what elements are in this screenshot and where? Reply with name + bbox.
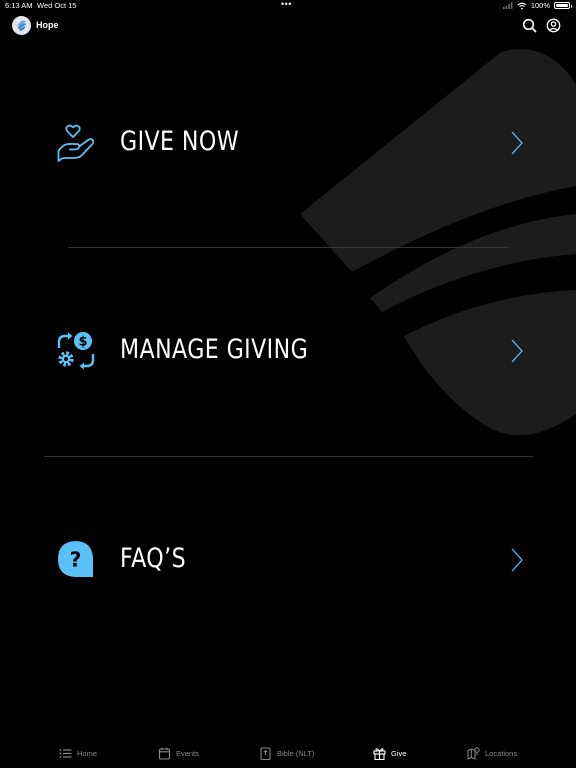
tab-home[interactable]: Home bbox=[59, 738, 97, 768]
tab-bar: Home Events Bible (NLT) Give Locations bbox=[0, 738, 576, 768]
profile-icon[interactable] bbox=[545, 17, 562, 34]
calendar-icon bbox=[158, 747, 171, 760]
bible-icon bbox=[260, 746, 271, 760]
settings-dollar-icon: $ bbox=[57, 332, 95, 370]
battery-icon bbox=[554, 2, 572, 9]
status-time: 6:13 AM bbox=[5, 1, 33, 10]
app-name: Hope bbox=[36, 20, 59, 30]
app-header: Hope bbox=[0, 14, 576, 38]
battery-percent: 100% bbox=[530, 1, 550, 10]
question-bubble-icon: ? bbox=[58, 541, 93, 577]
faq-row[interactable]: ? FAQ’S bbox=[44, 521, 533, 601]
search-icon[interactable] bbox=[521, 17, 538, 34]
hope-logo-icon bbox=[17, 20, 26, 31]
status-indicators: 100% bbox=[502, 1, 572, 10]
give-now-row[interactable]: GIVE NOW bbox=[44, 104, 533, 184]
tab-bible[interactable]: Bible (NLT) bbox=[259, 738, 314, 768]
list-icon bbox=[59, 748, 72, 758]
tab-give[interactable]: Give bbox=[373, 738, 406, 768]
signal-icon bbox=[502, 2, 513, 9]
faq-label: FAQ’S bbox=[120, 543, 187, 574]
status-bar: 6:13 AM Wed Oct 15 ••• 100% bbox=[0, 0, 576, 12]
svg-text:$: $ bbox=[78, 335, 87, 350]
tab-give-label: Give bbox=[391, 748, 407, 758]
wifi-icon bbox=[517, 2, 527, 9]
multitasking-dots-icon[interactable]: ••• bbox=[281, 0, 292, 9]
tab-events[interactable]: Events bbox=[158, 738, 199, 768]
status-date: Wed Oct 15 bbox=[37, 1, 77, 10]
chevron-right-icon bbox=[511, 548, 523, 572]
tab-locations[interactable]: Locations bbox=[467, 738, 517, 768]
hand-heart-icon bbox=[57, 124, 95, 162]
svg-text:?: ? bbox=[70, 548, 82, 572]
map-pin-icon bbox=[467, 746, 480, 760]
manage-giving-row[interactable]: $ MANAGE GIVING bbox=[44, 312, 533, 392]
tab-events-label: Events bbox=[176, 748, 199, 758]
tab-bible-label: Bible (NLT) bbox=[277, 748, 315, 758]
app-logo[interactable] bbox=[12, 16, 31, 35]
divider bbox=[44, 456, 533, 457]
tab-home-label: Home bbox=[77, 748, 98, 758]
give-now-label: GIVE NOW bbox=[120, 126, 240, 157]
gift-icon bbox=[373, 747, 386, 760]
tab-locations-label: Locations bbox=[485, 748, 518, 758]
chevron-right-icon bbox=[511, 339, 523, 363]
chevron-right-icon bbox=[511, 131, 523, 155]
divider bbox=[68, 247, 509, 248]
manage-giving-label: MANAGE GIVING bbox=[120, 334, 309, 365]
